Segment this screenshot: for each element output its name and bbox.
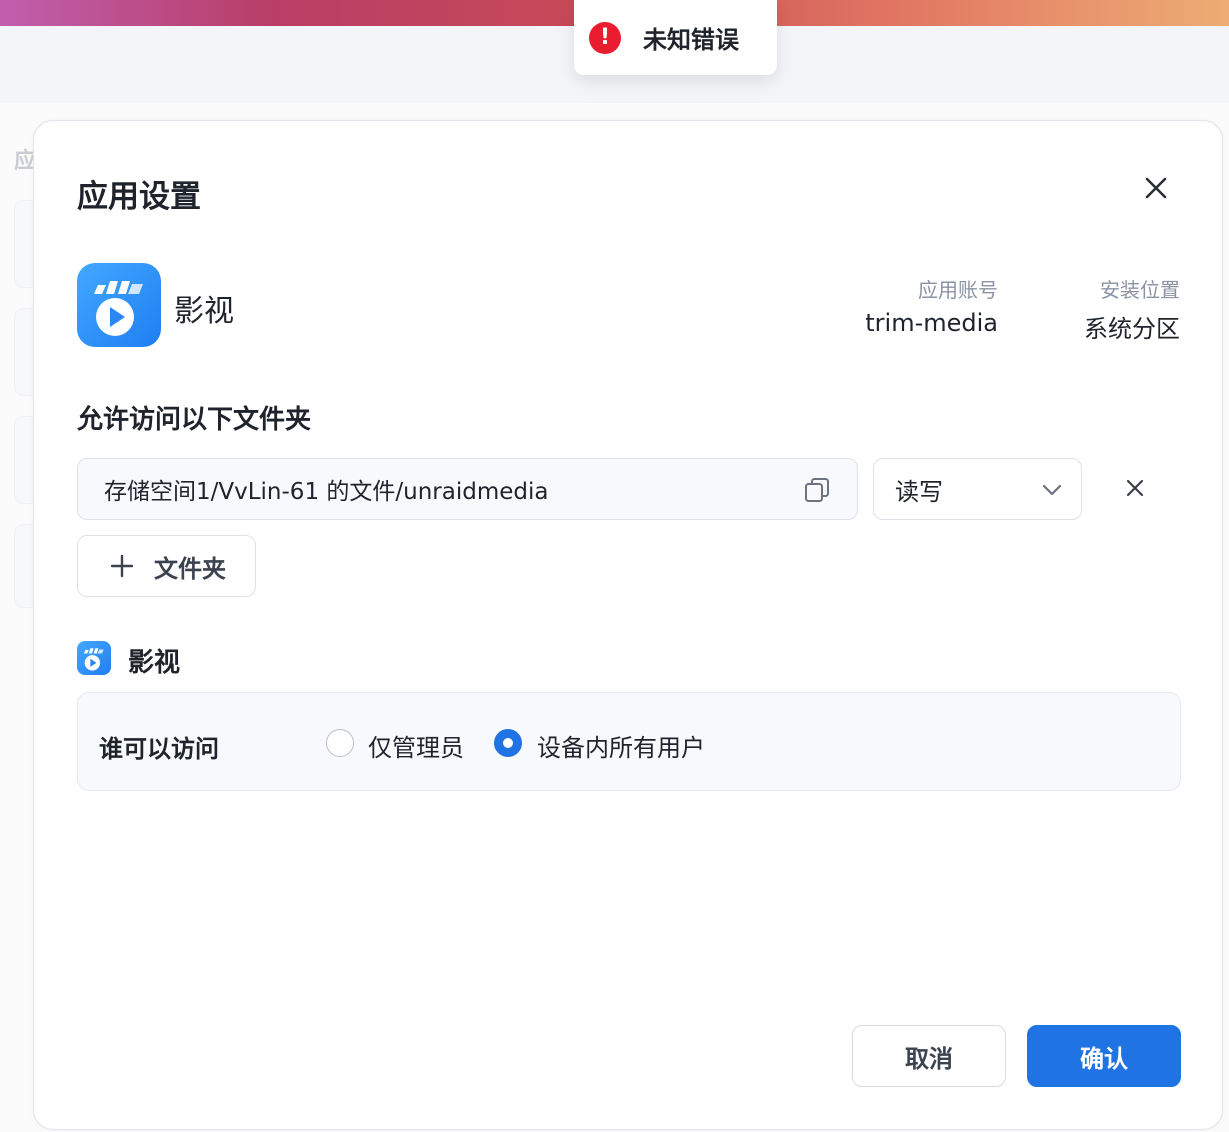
radio-admin-only-label[interactable]: 仅管理员 (368, 728, 464, 763)
toast-message: 未知错误 (643, 26, 739, 54)
chevron-down-icon (1042, 484, 1062, 496)
confirm-button[interactable]: 确认 (1027, 1025, 1181, 1087)
cancel-button[interactable]: 取消 (852, 1025, 1006, 1087)
install-location-label: 安装位置 (1100, 278, 1180, 302)
close-icon (1126, 479, 1144, 497)
close-icon (1145, 177, 1167, 199)
dialog-title: 应用设置 (77, 179, 201, 215)
add-folder-button[interactable]: 文件夹 (77, 535, 256, 597)
permission-value: 读写 (895, 477, 943, 506)
plus-icon (110, 554, 134, 578)
app-name: 影视 (174, 294, 234, 329)
error-toast: ! 未知错误 (574, 0, 777, 75)
app-logo-icon-small (77, 641, 111, 675)
radio-admin-only[interactable] (326, 729, 354, 757)
access-label: 谁可以访问 (99, 735, 219, 763)
radio-all-users[interactable] (494, 729, 522, 757)
access-app-name: 影视 (128, 648, 181, 678)
account-label: 应用账号 (918, 278, 998, 302)
app-logo-icon (77, 263, 161, 347)
alert-circle-icon: ! (589, 21, 621, 54)
permission-select[interactable]: 读写 (873, 458, 1082, 520)
add-folder-label: 文件夹 (154, 554, 226, 583)
folder-path-field[interactable]: 存储空间1/VvLin-61 的文件/unraidmedia (77, 458, 858, 520)
close-dialog-button[interactable] (1139, 171, 1173, 205)
folder-path-text: 存储空间1/VvLin-61 的文件/unraidmedia (104, 479, 549, 505)
install-location-value: 系统分区 (1084, 315, 1180, 343)
account-value: trim-media (865, 309, 998, 337)
radio-all-users-label[interactable]: 设备内所有用户 (537, 728, 705, 763)
app-settings-dialog: 应用设置 影视 应用账号 trim-media 安装位置 系统分区 允许访问以下… (33, 120, 1223, 1130)
folders-section-title: 允许访问以下文件夹 (77, 405, 312, 435)
remove-folder-button[interactable] (1120, 473, 1150, 503)
copy-icon[interactable] (803, 476, 831, 504)
access-panel: 谁可以访问 仅管理员 设备内所有用户 (77, 692, 1181, 791)
